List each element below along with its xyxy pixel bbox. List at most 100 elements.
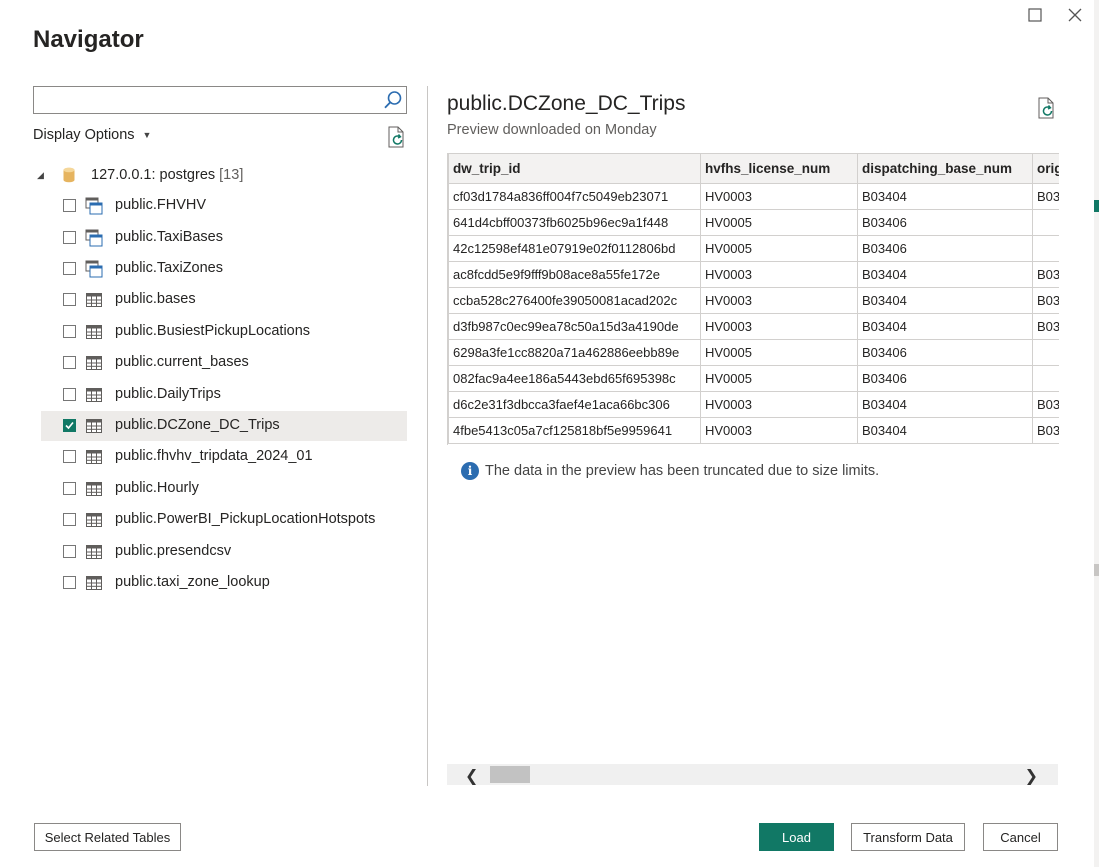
tree-item-label: public.presendcsv xyxy=(115,543,232,559)
view-icon xyxy=(85,260,103,278)
checkbox[interactable] xyxy=(63,482,76,495)
tree-item[interactable]: public.Hourly xyxy=(41,474,407,504)
tree-item[interactable]: public.fhvhv_tripdata_2024_01 xyxy=(41,442,407,472)
table-icon xyxy=(86,419,102,433)
transform-data-button[interactable]: Transform Data xyxy=(851,823,965,851)
table-cell: B03404 xyxy=(857,261,1033,288)
collapse-arrow-icon[interactable]: ◢ xyxy=(37,170,49,181)
checkbox[interactable] xyxy=(63,450,76,463)
tree-item[interactable]: public.bases xyxy=(41,285,407,315)
table-cell: B03 xyxy=(1032,183,1059,210)
table-cell: B03406 xyxy=(857,365,1033,392)
tree-item[interactable]: public.PowerBI_PickupLocationHotspots xyxy=(41,505,407,535)
select-related-tables-button[interactable]: Select Related Tables xyxy=(34,823,181,851)
table-cell: B03404 xyxy=(857,417,1033,444)
tree-item[interactable]: public.current_bases xyxy=(41,348,407,378)
checkbox[interactable] xyxy=(63,262,76,275)
tree-item-label: public.TaxiBases xyxy=(115,229,223,245)
scroll-left-icon[interactable]: ❮ xyxy=(465,766,478,786)
tree-item[interactable]: public.DailyTrips xyxy=(41,380,407,410)
info-icon: i xyxy=(461,462,479,480)
table-cell: 641d4cbff00373fb6025b96ec9a1f448 xyxy=(448,209,701,236)
table-icon xyxy=(86,482,102,496)
close-button[interactable] xyxy=(1064,4,1086,26)
tree-item[interactable]: public.TaxiZones xyxy=(41,254,407,284)
refresh-icon[interactable] xyxy=(387,126,407,148)
column-header[interactable]: dw_trip_id xyxy=(448,153,701,184)
background-marker xyxy=(1094,200,1099,212)
table-cell: B03404 xyxy=(857,313,1033,340)
table-header-row: dw_trip_id hvfhs_license_num dispatching… xyxy=(448,153,1059,184)
table-cell: B03404 xyxy=(857,287,1033,314)
truncation-notice-text: The data in the preview has been truncat… xyxy=(485,463,880,479)
horizontal-scrollbar[interactable]: ❮ ❯ xyxy=(447,764,1058,785)
table-row: 4fbe5413c05a7cf125818bf5e9959641 HV0003 … xyxy=(448,417,1059,444)
column-header[interactable]: orig xyxy=(1032,153,1059,184)
load-button[interactable]: Load xyxy=(759,823,834,851)
tree-root-node[interactable]: ◢ 127.0.0.1: postgres [13] xyxy=(37,164,243,186)
preview-subtitle: Preview downloaded on Monday xyxy=(447,122,657,138)
table-row: 42c12598ef481e07919e02f0112806bd HV0005 … xyxy=(448,235,1059,262)
table-cell: HV0003 xyxy=(700,183,858,210)
table-cell xyxy=(1032,365,1059,392)
column-header[interactable]: dispatching_base_num xyxy=(857,153,1033,184)
database-icon xyxy=(63,167,75,183)
maximize-button[interactable] xyxy=(1024,4,1046,26)
truncation-notice: i The data in the preview has been trunc… xyxy=(461,462,879,480)
table-icon xyxy=(86,513,102,527)
table-cell: B03406 xyxy=(857,235,1033,262)
checkbox[interactable] xyxy=(63,513,76,526)
scrollbar-thumb[interactable] xyxy=(490,766,530,783)
table-cell xyxy=(1032,209,1059,236)
tree-item-label: public.fhvhv_tripdata_2024_01 xyxy=(115,448,313,464)
view-icon xyxy=(85,197,103,215)
table-icon xyxy=(86,388,102,402)
checkbox[interactable] xyxy=(63,356,76,369)
table-cell: B03404 xyxy=(857,391,1033,418)
table-cell: ccba528c276400fe39050081acad202c xyxy=(448,287,701,314)
checkbox-checked[interactable] xyxy=(63,419,76,432)
checkmark-icon xyxy=(65,421,74,430)
tree-item[interactable]: public.TaxiBases xyxy=(41,223,407,253)
table-icon xyxy=(86,450,102,464)
search-box[interactable] xyxy=(33,86,407,114)
table-cell: B03404 xyxy=(857,183,1033,210)
checkbox[interactable] xyxy=(63,199,76,212)
table-cell: HV0003 xyxy=(700,287,858,314)
table-icon xyxy=(86,293,102,307)
maximize-icon xyxy=(1028,8,1042,22)
table-icon xyxy=(86,325,102,339)
tree-item-label: public.TaxiZones xyxy=(115,260,223,276)
table-cell xyxy=(1032,235,1059,262)
table-cell: 42c12598ef481e07919e02f0112806bd xyxy=(448,235,701,262)
tree-item[interactable]: public.BusiestPickupLocations xyxy=(41,317,407,347)
cancel-button[interactable]: Cancel xyxy=(983,823,1058,851)
preview-title: public.DCZone_DC_Trips xyxy=(447,92,686,115)
table-cell: HV0003 xyxy=(700,313,858,340)
checkbox[interactable] xyxy=(63,545,76,558)
tree-item[interactable]: public.presendcsv xyxy=(41,537,407,567)
search-input[interactable] xyxy=(38,90,382,112)
checkbox[interactable] xyxy=(63,325,76,338)
display-options-dropdown[interactable]: Display Options ▼ xyxy=(33,127,151,143)
table-row: cf03d1784a836ff004f7c5049eb23071 HV0003 … xyxy=(448,183,1059,210)
pane-divider[interactable] xyxy=(427,86,428,786)
tree-item-label: public.BusiestPickupLocations xyxy=(115,323,311,339)
tree-item[interactable]: public.taxi_zone_lookup xyxy=(41,568,407,598)
checkbox[interactable] xyxy=(63,231,76,244)
scroll-right-icon[interactable]: ❯ xyxy=(1025,766,1038,786)
preview-grid[interactable]: dw_trip_id hvfhs_license_num dispatching… xyxy=(447,153,1059,445)
search-icon[interactable] xyxy=(383,90,403,110)
checkbox[interactable] xyxy=(63,388,76,401)
column-header[interactable]: hvfhs_license_num xyxy=(700,153,858,184)
table-row: 641d4cbff00373fb6025b96ec9a1f448 HV0005 … xyxy=(448,209,1059,236)
checkbox[interactable] xyxy=(63,576,76,589)
preview-table: dw_trip_id hvfhs_license_num dispatching… xyxy=(448,153,1059,444)
tree-item-label: public.taxi_zone_lookup xyxy=(115,574,270,590)
checkbox[interactable] xyxy=(63,293,76,306)
tree-item[interactable]: public.FHVHV xyxy=(41,191,407,221)
tree-item-selected[interactable]: public.DCZone_DC_Trips xyxy=(41,411,407,441)
table-cell: cf03d1784a836ff004f7c5049eb23071 xyxy=(448,183,701,210)
close-icon xyxy=(1068,8,1082,22)
refresh-preview-icon[interactable] xyxy=(1037,97,1057,119)
